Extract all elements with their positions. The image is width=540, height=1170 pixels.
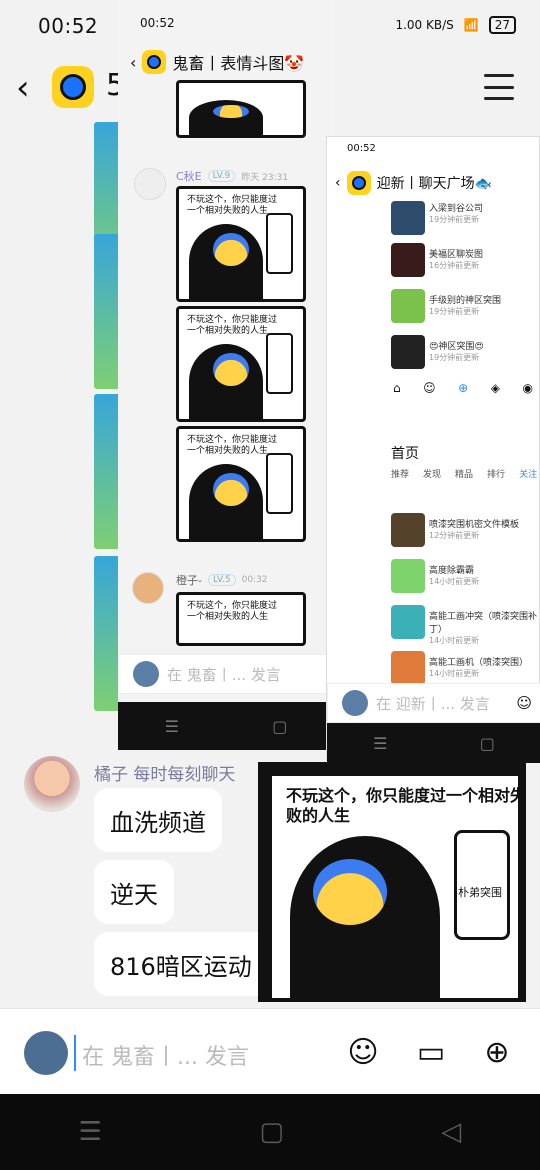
- w2-navbar: ☰ ▢: [327, 723, 540, 763]
- message-input-bar: 在 鬼畜丨... 发言 ☺ ▭ ⊕: [0, 1008, 540, 1094]
- tab[interactable]: 关注: [519, 467, 537, 480]
- meme-image[interactable]: 不玩这个，你只能度过一个相对失败的人生: [176, 306, 306, 422]
- input-placeholder: 在 迎新丨... 发言: [376, 694, 490, 713]
- message-bubble[interactable]: 816暗区运动: [94, 932, 268, 996]
- net-speed: 1.00 KB/S: [395, 18, 454, 32]
- app-logo: [346, 171, 371, 195]
- home-nav-icon[interactable]: ▢: [259, 1117, 284, 1147]
- explore-icon[interactable]: ◈: [491, 381, 500, 407]
- avatar[interactable]: [132, 572, 164, 604]
- app-logo: [52, 66, 94, 108]
- app-logo: [142, 50, 167, 74]
- avatar[interactable]: [134, 168, 166, 200]
- w2-title: 迎新丨聊天广场🐟: [376, 176, 493, 192]
- w1-input[interactable]: 在 鬼畜丨... 发言: [118, 654, 334, 694]
- username: C秋E: [176, 170, 202, 183]
- phone-caption: 朴弟突围: [458, 886, 502, 899]
- chat-icon[interactable]: ☺: [423, 381, 436, 407]
- status-time: 00:52: [38, 14, 99, 38]
- home-icon[interactable]: ⌂: [393, 381, 401, 407]
- menu-nav-icon[interactable]: ☰: [373, 734, 387, 753]
- w2-time: 00:52: [347, 143, 376, 154]
- w1-header: ‹ 鬼畜丨表情斗图🤡: [130, 50, 304, 74]
- menu-nav-icon[interactable]: ☰: [79, 1117, 102, 1147]
- meme-image[interactable]: 不玩这个，你只能度过一个相对失败的人生: [176, 426, 306, 542]
- add-icon[interactable]: ⊕: [478, 1033, 516, 1071]
- w2-header: ‹ 迎新丨聊天广场🐟: [335, 171, 492, 195]
- list-item[interactable]: 喷漆突围机密文件模板 12分钟前更新: [429, 517, 519, 541]
- meme-caption: 不玩这个，你只能度过一个相对失败的人生: [187, 601, 278, 622]
- home-nav-icon[interactable]: ▢: [272, 717, 287, 736]
- emoji-icon[interactable]: ☺: [344, 1033, 382, 1071]
- menu-icon[interactable]: [484, 74, 514, 100]
- list-item[interactable]: 高能工画冲突（喷漆突围补丁） 14小时前更新: [429, 609, 540, 646]
- home-nav-icon[interactable]: ▢: [480, 734, 495, 753]
- w2-home-title: 首页: [391, 446, 419, 462]
- w2-list: 入梁到谷公司 19分钟前更新 美福区聊炭图 16分钟前更新 手级别的神区突围 19分钟…: [387, 199, 540, 379]
- message-text: 血洗频道: [110, 808, 206, 837]
- back-icon[interactable]: ‹: [130, 53, 136, 72]
- w1-user1: C秋E LV.9 昨天 23:31: [176, 168, 288, 184]
- message-bubble[interactable]: 逆天: [94, 860, 174, 924]
- w2-tabs: 推荐 发现 精品 排行 关注: [391, 467, 537, 480]
- list-item[interactable]: 手级别的神区突围 19分钟前更新: [429, 293, 501, 317]
- message-bubble[interactable]: 血洗频道: [94, 788, 222, 852]
- list-item[interactable]: 美福区聊炭图 16分钟前更新: [429, 247, 483, 271]
- message-text: 逆天: [110, 880, 158, 909]
- w1-title: 鬼畜丨表情斗图🤡: [172, 54, 305, 73]
- back-arrow-icon[interactable]: ‹: [16, 68, 30, 108]
- tab[interactable]: 精品: [455, 467, 473, 480]
- menu-nav-icon[interactable]: ☰: [165, 717, 179, 736]
- input-placeholder: 在 鬼畜丨... 发言: [167, 665, 281, 684]
- add-icon[interactable]: ⊕: [458, 381, 468, 407]
- list-item[interactable]: 高度除霸霸 14小时前更新: [429, 563, 479, 587]
- meme-image-large[interactable]: 不玩这个，你只能度过一个相对失败的人生 朴弟突围: [258, 762, 526, 1002]
- meme-image[interactable]: [176, 80, 306, 138]
- text-caret: [74, 1035, 76, 1071]
- username: 橙子-: [176, 574, 202, 587]
- w2-bottom-nav: ⌂ ☺ ⊕ ◈ ◉: [393, 381, 533, 407]
- avatar: [342, 690, 368, 716]
- level-badge: LV.5: [207, 574, 236, 586]
- tab[interactable]: 排行: [487, 467, 505, 480]
- message-input[interactable]: 在 鬼畜丨... 发言: [82, 1039, 249, 1071]
- avatar[interactable]: [24, 1031, 68, 1075]
- list-item[interactable]: 高能工画机（喷漆突围） 14小时前更新: [429, 655, 528, 679]
- screenshot-window-2: 00:52 ‹ 迎新丨聊天广场🐟 入梁到谷公司 19分钟前更新 美福区聊炭图 16分…: [326, 136, 540, 763]
- meme-caption: 不玩这个，你只能度过一个相对失败的人生: [286, 786, 527, 825]
- w1-user2: 橙子- LV.5 00:32: [176, 572, 268, 588]
- tab[interactable]: 发现: [423, 467, 441, 480]
- wifi-icon: 📶: [463, 18, 479, 32]
- w1-navbar: ☰ ▢: [118, 702, 334, 750]
- w1-time: 00:52: [140, 16, 175, 30]
- emoji-icon[interactable]: ☺: [516, 694, 532, 712]
- w2-input[interactable]: 在 迎新丨... 发言 ☺: [327, 683, 540, 723]
- status-icons: 1.00 KB/S 📶 27: [395, 16, 516, 34]
- timestamp: 00:32: [241, 575, 268, 585]
- tab[interactable]: 推荐: [391, 467, 409, 480]
- screenshot-window-1: 00:52 ‹ 鬼畜丨表情斗图🤡 C秋E LV.9 昨天 23:31 不玩这个，…: [118, 0, 334, 750]
- sweat-emoji-icon: [310, 856, 390, 928]
- message-text: 816暗区运动: [110, 952, 252, 981]
- level-badge: LV.9: [207, 170, 236, 182]
- list-item[interactable]: 😍神区突围😍 19分钟前更新: [429, 339, 484, 363]
- list-item[interactable]: 入梁到谷公司 19分钟前更新: [429, 201, 483, 225]
- meme-image[interactable]: 不玩这个，你只能度过一个相对失败的人生: [176, 186, 306, 302]
- meme-image[interactable]: 不玩这个，你只能度过一个相对失败的人生: [176, 592, 306, 646]
- timestamp: 昨天 23:31: [241, 172, 289, 183]
- profile-icon[interactable]: ◉: [523, 381, 533, 407]
- avatar[interactable]: [24, 756, 80, 812]
- system-nav-bar: ☰ ▢ ◁: [0, 1094, 540, 1170]
- back-icon[interactable]: ‹: [335, 175, 341, 191]
- back-nav-icon[interactable]: ◁: [441, 1117, 461, 1147]
- battery-icon: 27: [488, 16, 516, 34]
- avatar: [133, 661, 159, 687]
- cast-icon[interactable]: ▭: [412, 1033, 450, 1071]
- sender-name: 橘子 每时每刻聊天: [94, 765, 236, 785]
